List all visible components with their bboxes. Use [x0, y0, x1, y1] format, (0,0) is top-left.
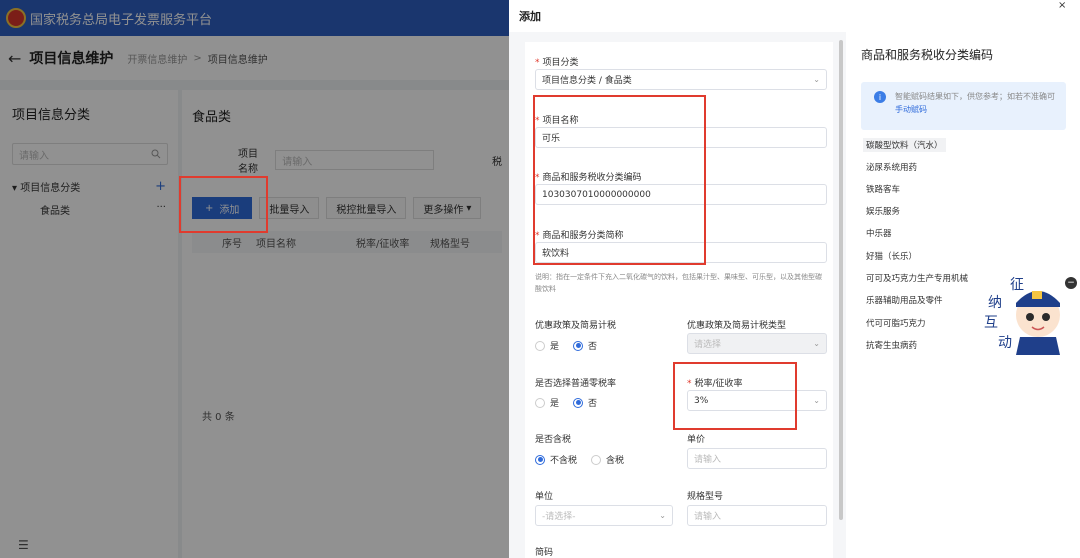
suggestion-item[interactable]: 娱乐服务	[863, 204, 903, 218]
mascot-char-na: 纳	[988, 295, 1002, 311]
tax-excluded-radio[interactable]: 不含税	[535, 453, 577, 466]
short-code-label: 简码	[535, 548, 554, 558]
drawer-title: 添加	[519, 10, 541, 23]
zero-rate-radio-group: 是 否	[535, 396, 611, 409]
suggestion-item[interactable]: 乐器辅助用品及零件	[863, 293, 946, 307]
chevron-down-icon: ⌄	[813, 339, 820, 348]
preferential-no-radio[interactable]: 否	[573, 339, 597, 352]
info-text: 智能赋码结果如下，供您参考；如若不准确可	[895, 92, 1055, 101]
suggestion-item[interactable]: 可可及巧克力生产专用机械	[863, 271, 971, 285]
chevron-down-icon: ⌄	[813, 396, 820, 405]
info-icon: i	[874, 91, 886, 103]
unit-label: 单位	[535, 492, 554, 502]
mascot-char-dong: 动	[998, 335, 1012, 351]
minimize-icon[interactable]: −	[1065, 277, 1077, 289]
spec-input[interactable]: 请输入	[687, 505, 827, 526]
code-description: 说明：指在一定条件下充入二氧化碳气的饮料，包括果汁型、果味型、可乐型，以及其他型…	[535, 273, 822, 293]
side-panel-title: 商品和服务税收分类编码	[861, 48, 994, 62]
unit-price-label: 单价	[687, 435, 706, 445]
zero-rate-label: 是否选择普通零税率	[535, 379, 617, 389]
suggestion-item[interactable]: 铁路客车	[863, 182, 903, 196]
chevron-down-icon: ⌄	[813, 75, 820, 84]
unit-price-placeholder: 请输入	[694, 455, 722, 465]
preferential-label: 优惠政策及简易计税	[535, 321, 617, 331]
suggestion-item[interactable]: 碳酸型饮料（汽水）	[863, 138, 946, 152]
tax-included-radio[interactable]: 含税	[591, 453, 624, 466]
tax-included-label: 是否含税	[535, 435, 572, 445]
preferential-type-select: 请选择 ⌄	[687, 333, 827, 354]
highlight-tax-rate-field	[673, 362, 797, 430]
mascot-assistant-icon[interactable]: 征 纳 互 动	[980, 265, 1070, 355]
zero-rate-no-radio[interactable]: 否	[573, 396, 597, 409]
suggestion-item[interactable]: 抗寄生虫病药	[863, 338, 920, 352]
suggestion-item[interactable]: 泌尿系统用药	[863, 160, 920, 174]
unit-select[interactable]: -请选择- ⌄	[535, 505, 673, 526]
mascot-char-hu: 互	[984, 315, 998, 331]
preferential-type-placeholder: 请选择	[694, 340, 722, 350]
info-alert: i 智能赋码结果如下，供您参考；如若不准确可 手动赋码	[861, 82, 1066, 130]
suggestion-item[interactable]: 好猫（长乐）	[863, 249, 920, 263]
suggestion-item[interactable]: 代可可脂巧克力	[863, 316, 929, 330]
chevron-down-icon: ⌄	[659, 511, 666, 520]
suggestion-item[interactable]: 中乐器	[863, 226, 895, 240]
unit-price-input[interactable]: 请输入	[687, 448, 827, 469]
category-label: * 项目分类	[535, 58, 579, 68]
manual-code-link[interactable]: 手动赋码	[895, 105, 927, 114]
close-icon[interactable]: ×	[1058, 0, 1066, 11]
tax-included-radio-group: 不含税 含税	[535, 453, 638, 466]
spec-placeholder: 请输入	[694, 512, 722, 522]
highlight-add-button	[179, 176, 268, 233]
preferential-yes-radio[interactable]: 是	[535, 339, 559, 352]
category-select[interactable]: 项目信息分类 / 食品类 ⌄	[535, 69, 827, 90]
mascot-char-zheng: 征	[1010, 277, 1024, 293]
spec-label: 规格型号	[687, 492, 724, 502]
preferential-radio-group: 是 否	[535, 339, 611, 352]
highlight-name-code-fields	[533, 95, 706, 265]
category-value: 项目信息分类 / 食品类	[542, 76, 632, 86]
unit-placeholder: -请选择-	[542, 512, 576, 522]
zero-rate-yes-radio[interactable]: 是	[535, 396, 559, 409]
preferential-type-label: 优惠政策及简易计税类型	[687, 321, 787, 331]
form-scrollbar[interactable]	[839, 40, 843, 520]
